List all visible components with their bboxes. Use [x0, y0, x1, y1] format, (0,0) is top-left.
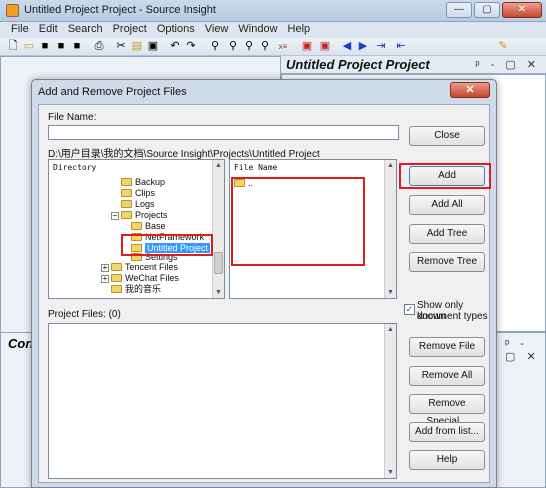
- tree-item-wechat-files[interactable]: + WeChat Files: [101, 273, 179, 284]
- pen-icon[interactable]: ✎: [496, 40, 510, 53]
- close-icon[interactable]: ■: [70, 40, 84, 53]
- find-prev-icon[interactable]: ⚲: [226, 40, 240, 53]
- menu-view[interactable]: View: [200, 22, 234, 38]
- save-icon[interactable]: ■: [38, 40, 52, 53]
- show-known-types-checkbox[interactable]: ✓: [404, 304, 415, 315]
- forward-icon[interactable]: ▶: [356, 40, 370, 53]
- cut-icon[interactable]: ✂: [114, 40, 128, 53]
- find-files-icon[interactable]: ⚲: [258, 40, 272, 53]
- dialog-body: File Name: Close D:\用户目录\我的文档\Source Ins…: [38, 104, 491, 483]
- menu-window[interactable]: Window: [233, 22, 282, 38]
- project-files-label: Project Files: (0): [48, 309, 121, 320]
- minimize-button[interactable]: —: [446, 2, 472, 18]
- folder-icon: [121, 178, 132, 186]
- add-tree-button[interactable]: Add Tree: [409, 224, 485, 244]
- menu-project[interactable]: Project: [108, 22, 152, 38]
- close-window-button[interactable]: ✕: [502, 2, 542, 18]
- file-name-label: File Name:: [48, 112, 97, 123]
- folder-icon: [111, 274, 122, 282]
- show-known-types-label-2: document types: [417, 311, 488, 322]
- open-folder-icon[interactable]: ▭: [22, 40, 36, 53]
- highlight-untitled-project: [121, 234, 213, 256]
- tree-item-logs[interactable]: Logs: [121, 199, 155, 210]
- highlight-file-list: [231, 177, 365, 266]
- scroll-up-icon[interactable]: ▲: [387, 326, 394, 333]
- scroll-up-icon[interactable]: ▲: [387, 162, 394, 169]
- add-from-list-button[interactable]: Add from list...: [409, 422, 485, 442]
- add-all-button[interactable]: Add All: [409, 195, 485, 215]
- directory-header: Directory: [53, 163, 97, 172]
- maximize-button[interactable]: ▢: [474, 2, 500, 18]
- bookmark-icon[interactable]: ▣: [300, 40, 314, 53]
- find-next-icon[interactable]: ⚲: [242, 40, 256, 53]
- menu-help[interactable]: Help: [283, 22, 316, 38]
- redo-icon[interactable]: ↷: [184, 40, 198, 53]
- jump-icon[interactable]: ⇥: [374, 40, 388, 53]
- binoculars-icon[interactable]: ⚲: [208, 40, 222, 53]
- save-all-icon[interactable]: ■: [54, 40, 68, 53]
- copy-icon[interactable]: ▤: [130, 40, 144, 53]
- project-files-scrollbar[interactable]: ▲ ▼: [384, 324, 396, 478]
- add-remove-files-dialog: Add and Remove Project Files ✕ File Name…: [31, 79, 497, 488]
- highlight-add-button: [399, 163, 491, 189]
- remove-tree-button[interactable]: Remove Tree: [409, 252, 485, 272]
- project-pane-title: Untitled Project Project: [286, 57, 430, 72]
- remove-file-button[interactable]: Remove File: [409, 337, 485, 357]
- menu-options[interactable]: Options: [152, 22, 200, 38]
- dialog-close-button[interactable]: ✕: [450, 82, 490, 98]
- menubar: File Edit Search Project Options View Wi…: [0, 22, 546, 38]
- remove-special-button[interactable]: Remove Special...: [409, 394, 485, 427]
- expand-icon[interactable]: +: [101, 264, 109, 272]
- folder-icon: [111, 285, 122, 293]
- tree-item-tencent-files[interactable]: + Tencent Files: [101, 262, 178, 273]
- folder-icon: [131, 222, 142, 230]
- expand-icon[interactable]: +: [101, 275, 109, 283]
- folder-icon: [121, 211, 132, 219]
- menu-file[interactable]: File: [6, 22, 34, 38]
- menu-search[interactable]: Search: [63, 22, 108, 38]
- collapse-icon[interactable]: −: [111, 212, 119, 220]
- new-file-icon[interactable]: 🗋: [6, 40, 20, 53]
- tree-item-clips[interactable]: Clips: [121, 188, 155, 199]
- bookmark-list-icon[interactable]: ▣: [318, 40, 332, 53]
- back-icon[interactable]: ◀: [340, 40, 354, 53]
- jump-back-icon[interactable]: ⇤: [394, 40, 408, 53]
- folder-icon: [121, 189, 132, 197]
- directory-tree[interactable]: Directory Backup Clips Logs − Projects Ba…: [48, 159, 225, 299]
- scroll-down-icon[interactable]: ▼: [387, 289, 394, 296]
- file-name-header: File Name: [234, 163, 278, 172]
- close-button[interactable]: Close: [409, 126, 485, 146]
- file-name-input[interactable]: [48, 125, 399, 140]
- file-list-scrollbar[interactable]: ▲ ▼: [384, 160, 396, 298]
- tree-item-my-music[interactable]: 我的音乐: [111, 284, 161, 295]
- tree-item-base[interactable]: Base: [131, 221, 166, 232]
- app-title: Untitled Project Project - Source Insigh…: [24, 4, 216, 16]
- menu-edit[interactable]: Edit: [34, 22, 63, 38]
- app-icon: [6, 4, 19, 17]
- dialog-title: Add and Remove Project Files: [38, 86, 187, 98]
- scroll-down-icon[interactable]: ▼: [387, 469, 394, 476]
- undo-icon[interactable]: ↶: [168, 40, 182, 53]
- scroll-up-icon[interactable]: ▲: [215, 162, 222, 169]
- paste-icon[interactable]: ▣: [146, 40, 160, 53]
- scroll-thumb[interactable]: [214, 252, 223, 274]
- project-pane-header: Untitled Project Project ᵖ - ▢ ✕: [281, 56, 546, 74]
- app-titlebar: Untitled Project Project - Source Insigh…: [0, 0, 546, 22]
- toolbar: 🗋 ▭ ■ ■ ■ ⎙ ✂ ▤ ▣ ↶ ↷ ⚲ ⚲ ⚲ ⚲ x≡ ▣ ▣ ◀ ▶…: [0, 38, 546, 56]
- project-files-list[interactable]: ▲ ▼: [48, 323, 397, 479]
- tree-item-backup[interactable]: Backup: [121, 177, 165, 188]
- replace-icon[interactable]: x≡: [276, 40, 290, 53]
- remove-all-button[interactable]: Remove All: [409, 366, 485, 386]
- tree-item-projects[interactable]: − Projects: [111, 210, 168, 221]
- current-path: D:\用户目录\我的文档\Source Insight\Projects\Unt…: [48, 149, 320, 160]
- context-pane-title: Con: [8, 336, 34, 351]
- print-icon[interactable]: ⎙: [92, 40, 106, 53]
- project-pane-controls[interactable]: ᵖ - ▢ ✕: [475, 58, 540, 71]
- help-button[interactable]: Help: [409, 450, 485, 470]
- directory-scrollbar[interactable]: ▲ ▼: [212, 160, 224, 298]
- folder-icon: [121, 200, 132, 208]
- context-pane-controls[interactable]: ᵖ - ▢ ✕: [505, 338, 546, 363]
- folder-icon: [111, 263, 122, 271]
- scroll-down-icon[interactable]: ▼: [215, 289, 222, 296]
